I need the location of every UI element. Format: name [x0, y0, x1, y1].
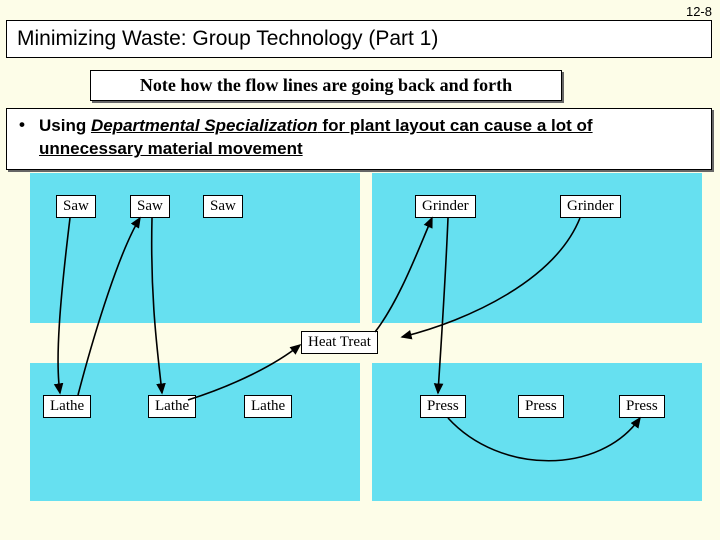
machine-saw-2: Saw — [130, 195, 170, 218]
dept-lathe-area — [30, 363, 360, 501]
machine-saw-1: Saw — [56, 195, 96, 218]
machine-grinder-2: Grinder — [560, 195, 621, 218]
note-caption: Note how the flow lines are going back a… — [90, 70, 562, 101]
bullet-emphasis: Departmental Specialization — [91, 116, 318, 135]
machine-press-3: Press — [619, 395, 665, 418]
machine-press-1: Press — [420, 395, 466, 418]
machine-saw-3: Saw — [203, 195, 243, 218]
bullet-point: • Using Departmental Specialization for … — [6, 108, 712, 170]
machine-lathe-1: Lathe — [43, 395, 91, 418]
machine-lathe-3: Lathe — [244, 395, 292, 418]
bullet-marker: • — [19, 115, 39, 161]
page-number: 12-8 — [686, 4, 712, 19]
machine-press-2: Press — [518, 395, 564, 418]
machine-grinder-1: Grinder — [415, 195, 476, 218]
slide-title: Minimizing Waste: Group Technology (Part… — [6, 20, 712, 58]
bullet-lead: Using — [39, 116, 91, 135]
dept-press-area — [372, 363, 702, 501]
bullet-text: Using Departmental Specialization for pl… — [39, 115, 699, 161]
machine-lathe-2: Lathe — [148, 395, 196, 418]
machine-heat-treat: Heat Treat — [301, 331, 378, 354]
